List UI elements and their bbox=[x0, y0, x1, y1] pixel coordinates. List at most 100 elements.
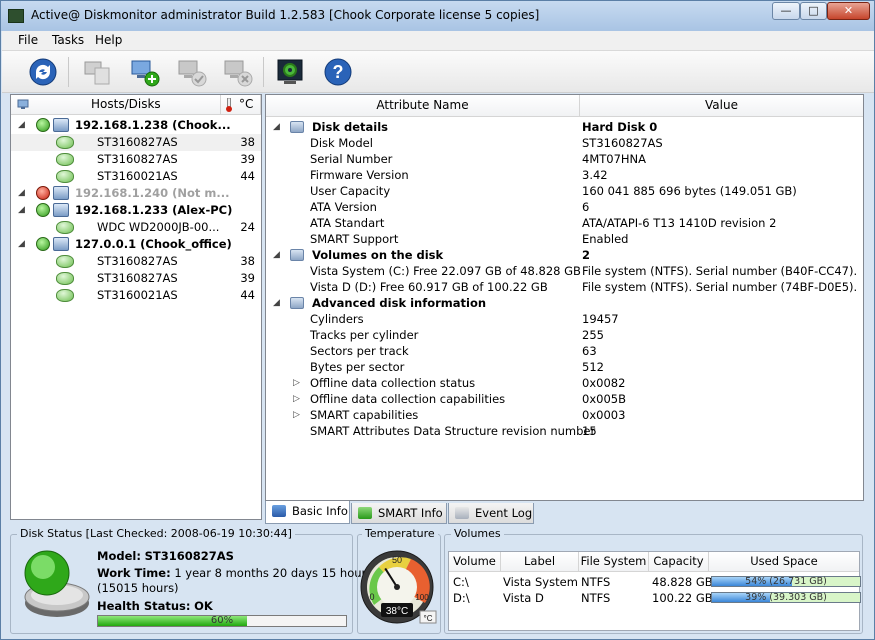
collapse-arrow-icon[interactable]: ◢ bbox=[18, 202, 25, 219]
disk-label: ST3160827AS bbox=[97, 271, 178, 285]
tree-disk-item[interactable]: ST3160827AS 38 bbox=[11, 253, 261, 270]
attribute-row[interactable]: Cylinders 19457 bbox=[266, 311, 863, 327]
model-line: Model: ST3160827AS bbox=[97, 549, 234, 563]
computer-icon bbox=[53, 118, 69, 132]
check-host-icon[interactable] bbox=[176, 56, 208, 88]
collapse-arrow-icon[interactable]: ◢ bbox=[273, 295, 280, 311]
attributes-list[interactable]: Attribute Name Value ◢ Disk details Hard D… bbox=[265, 94, 864, 501]
attribute-row[interactable]: Vista D (D:) Free 60.917 GB of 100.22 GB… bbox=[266, 279, 863, 295]
maximize-button[interactable]: □ bbox=[800, 2, 827, 20]
attribute-row[interactable]: ▷ Offline data collection status 0x0082 bbox=[266, 375, 863, 391]
tree-disk-item[interactable]: ST3160021AS 44 bbox=[11, 168, 261, 185]
tree-disk-item[interactable]: ST3160827AS 39 bbox=[11, 270, 261, 287]
value-header[interactable]: Value bbox=[580, 95, 863, 117]
volumes-table[interactable]: Volume Label File System Capacity Used S… bbox=[448, 551, 861, 631]
info-tabs: Basic Info SMART Info Event Log bbox=[265, 501, 864, 525]
tree-disk-item[interactable]: ST3160827AS 38 bbox=[11, 134, 261, 151]
help-icon[interactable]: ? bbox=[322, 56, 354, 88]
volume-column-header[interactable]: Volume bbox=[449, 552, 501, 572]
attribute-row[interactable]: User Capacity 160 041 885 696 bytes (149.… bbox=[266, 183, 863, 199]
remove-host-icon[interactable] bbox=[81, 56, 113, 88]
attribute-row[interactable]: SMART Attributes Data Structure revision… bbox=[266, 423, 863, 439]
attribute-row[interactable]: ATA Version 6 bbox=[266, 199, 863, 215]
advanced-info-icon bbox=[290, 297, 304, 309]
expand-arrow-icon[interactable]: ▷ bbox=[293, 407, 300, 423]
attribute-value: 6 bbox=[582, 200, 590, 214]
close-button[interactable]: ✕ bbox=[827, 2, 870, 20]
temp-column-header[interactable]: °C bbox=[221, 95, 261, 115]
hosts-header-label: Hosts/Disks bbox=[91, 97, 161, 111]
volume-row[interactable]: D:\ Vista D NTFS 100.22 GB 39% (39.303 GB) bbox=[449, 590, 861, 606]
attribute-value: 4MT07HNA bbox=[582, 152, 647, 166]
menu-file[interactable]: File bbox=[18, 33, 38, 47]
attribute-row[interactable]: Tracks per cylinder 255 bbox=[266, 327, 863, 343]
tree-disk-item[interactable]: ST3160827AS 39 bbox=[11, 151, 261, 168]
hosts-column-header[interactable]: Hosts/Disks bbox=[11, 95, 221, 115]
hosts-tree[interactable]: Hosts/Disks °C ◢ 192.168.1.238 (Chook... S… bbox=[10, 94, 262, 520]
disk-icon bbox=[56, 272, 74, 285]
attribute-row[interactable]: Serial Number 4MT07HNA bbox=[266, 151, 863, 167]
volume-row[interactable]: C:\ Vista System NTFS 48.828 GB 54% (26.731 … bbox=[449, 574, 861, 590]
attribute-group-row[interactable]: ◢ Advanced disk information bbox=[266, 295, 863, 311]
filesystem-column-header[interactable]: File System bbox=[579, 552, 649, 572]
delete-host-icon[interactable] bbox=[222, 56, 254, 88]
volume-label: Vista D bbox=[503, 591, 544, 605]
attribute-name-header[interactable]: Attribute Name bbox=[266, 95, 580, 117]
temperature-unit: °C bbox=[424, 614, 433, 623]
attribute-name: ATA Standart bbox=[310, 216, 385, 230]
title-bar[interactable]: Active@ Diskmonitor administrator Build … bbox=[1, 1, 874, 31]
disk-icon bbox=[56, 153, 74, 166]
smart-icon bbox=[358, 507, 372, 519]
gauge-tick-low: 0 bbox=[369, 592, 374, 602]
host-ok-icon bbox=[36, 118, 50, 132]
attribute-row[interactable]: ▷ SMART capabilities 0x0003 bbox=[266, 407, 863, 423]
add-host-icon[interactable] bbox=[129, 56, 161, 88]
attribute-row[interactable]: Vista System (C:) Free 22.097 GB of 48.8… bbox=[266, 263, 863, 279]
disk-temperature: 39 bbox=[240, 271, 255, 285]
capacity-column-header[interactable]: Capacity bbox=[649, 552, 709, 572]
used-space-column-header[interactable]: Used Space bbox=[709, 552, 859, 572]
collapse-arrow-icon[interactable]: ◢ bbox=[18, 117, 25, 134]
menu-bar: File Tasks Help bbox=[2, 31, 874, 51]
model-value: ST3160827AS bbox=[144, 549, 234, 563]
attribute-row[interactable]: ATA Standart ATA/ATAPI-6 T13 1410D revisi… bbox=[266, 215, 863, 231]
tree-host-item[interactable]: ◢ 192.168.1.233 (Alex-PC) bbox=[11, 202, 261, 219]
tab-basic-info[interactable]: Basic Info bbox=[265, 501, 350, 524]
attribute-row[interactable]: Disk Model ST3160827AS bbox=[266, 135, 863, 151]
health-line: Health Status: OK bbox=[97, 599, 213, 613]
settings-icon[interactable] bbox=[275, 56, 307, 88]
gauge-tick-mid: 50 bbox=[392, 555, 402, 565]
attribute-row[interactable]: Firmware Version 3.42 bbox=[266, 167, 863, 183]
collapse-arrow-icon[interactable]: ◢ bbox=[273, 247, 280, 263]
health-label: Health Status: bbox=[97, 599, 191, 613]
expand-arrow-icon[interactable]: ▷ bbox=[293, 375, 300, 391]
attribute-row[interactable]: SMART Support Enabled bbox=[266, 231, 863, 247]
attribute-row[interactable]: Bytes per sector 512 bbox=[266, 359, 863, 375]
attribute-row[interactable]: Sectors per track 63 bbox=[266, 343, 863, 359]
attribute-row[interactable]: ▷ Offline data collection capabilities 0x0… bbox=[266, 391, 863, 407]
attribute-group-row[interactable]: ◢ Disk details Hard Disk 0 bbox=[266, 119, 863, 135]
attribute-name: Bytes per sector bbox=[310, 360, 405, 374]
disk-label: ST3160827AS bbox=[97, 135, 178, 149]
attribute-name: Vista D (D:) Free 60.917 GB of 100.22 GB bbox=[310, 280, 548, 294]
menu-help[interactable]: Help bbox=[95, 33, 122, 47]
tree-host-item[interactable]: ◢ 192.168.1.240 (Not m... bbox=[11, 185, 261, 202]
attribute-value: 15 bbox=[582, 424, 597, 438]
expand-arrow-icon[interactable]: ▷ bbox=[293, 391, 300, 407]
attribute-group-row[interactable]: ◢ Volumes on the disk 2 bbox=[266, 247, 863, 263]
collapse-arrow-icon[interactable]: ◢ bbox=[18, 185, 25, 202]
label-column-header[interactable]: Label bbox=[501, 552, 579, 572]
tree-host-item[interactable]: ◢ 192.168.1.238 (Chook... bbox=[11, 117, 261, 134]
minimize-button[interactable]: — bbox=[772, 2, 800, 20]
tab-smart-info[interactable]: SMART Info bbox=[351, 503, 447, 524]
tab-event-log[interactable]: Event Log bbox=[448, 503, 534, 524]
tree-disk-item[interactable]: ST3160021AS 44 bbox=[11, 287, 261, 304]
attribute-name: Disk Model bbox=[310, 136, 373, 150]
tree-host-item[interactable]: ◢ 127.0.0.1 (Chook_office) bbox=[11, 236, 261, 253]
refresh-icon[interactable] bbox=[27, 56, 59, 88]
collapse-arrow-icon[interactable]: ◢ bbox=[273, 119, 280, 135]
disk-label: ST3160021AS bbox=[97, 169, 178, 183]
tree-disk-item[interactable]: WDC WD2000JB-00... 24 bbox=[11, 219, 261, 236]
menu-tasks[interactable]: Tasks bbox=[52, 33, 84, 47]
collapse-arrow-icon[interactable]: ◢ bbox=[18, 236, 25, 253]
